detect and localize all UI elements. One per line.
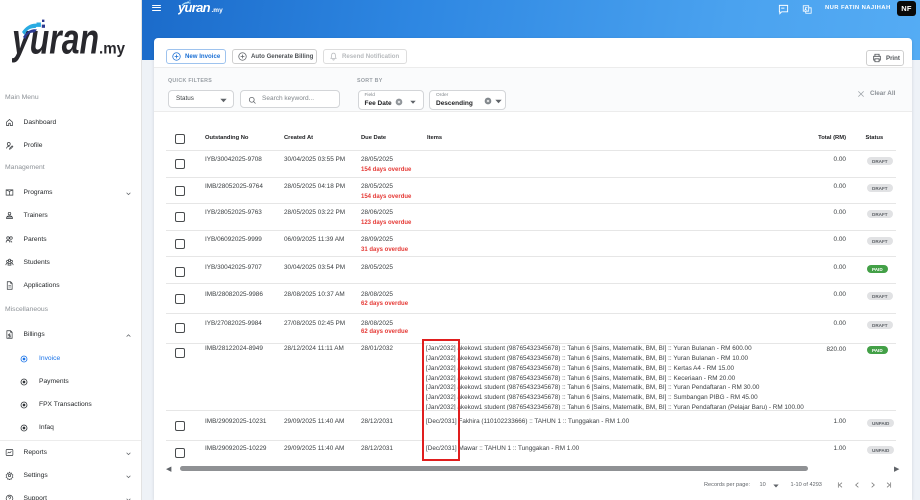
svg-text:.my: .my bbox=[212, 7, 224, 14]
svg-text:yuran: yuran bbox=[12, 18, 99, 64]
svg-text:yuran: yuran bbox=[178, 0, 211, 15]
svg-text:.my: .my bbox=[99, 41, 125, 58]
